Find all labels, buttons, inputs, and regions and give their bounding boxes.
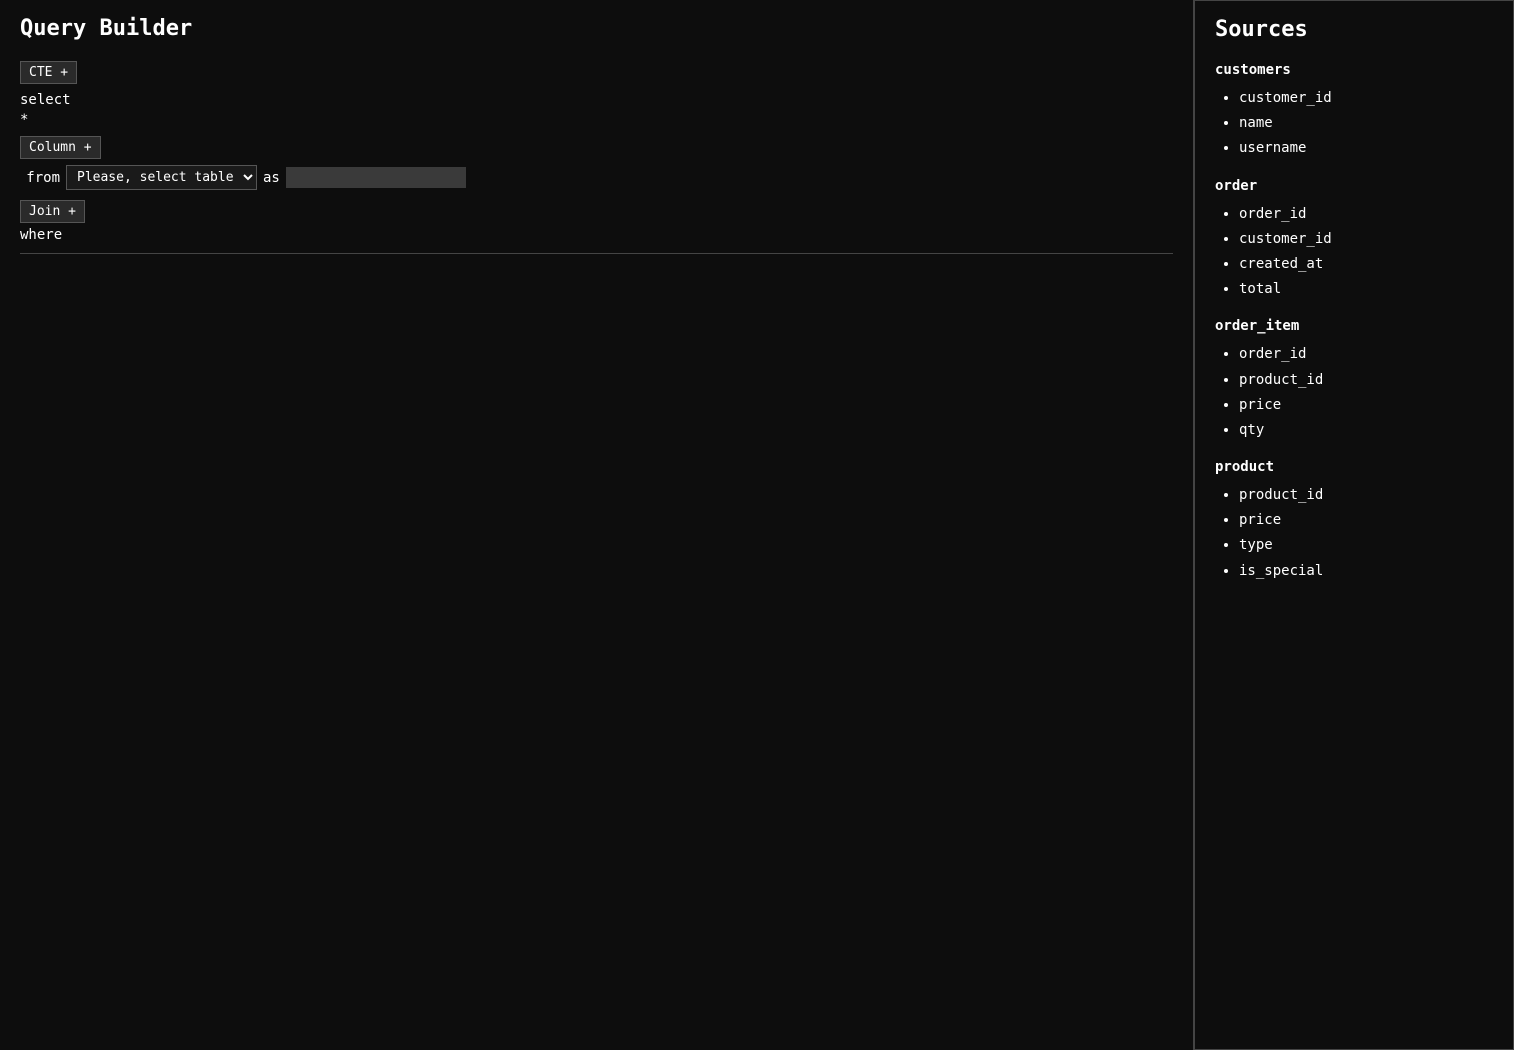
- column-button[interactable]: Column +: [20, 136, 101, 159]
- as-label: as: [263, 170, 280, 186]
- sources-panel: Sources customers customer_id name usern…: [1194, 0, 1514, 1050]
- star-line: *: [20, 112, 1173, 128]
- sources-title: Sources: [1215, 17, 1493, 42]
- from-row: from Please, select table customers orde…: [20, 165, 1173, 190]
- select-keyword: select: [20, 92, 1173, 108]
- customers-fields: customer_id name username: [1215, 86, 1493, 162]
- query-builder-panel: Query Builder CTE + select * Column + fr…: [0, 0, 1194, 1050]
- from-label: from: [20, 170, 60, 186]
- field-product-product-id: product_id: [1239, 483, 1493, 508]
- page-title: Query Builder: [20, 16, 1173, 41]
- source-table-customers: customers: [1215, 62, 1493, 78]
- field-price: price: [1239, 393, 1493, 418]
- main-layout: Query Builder CTE + select * Column + fr…: [0, 0, 1514, 1050]
- field-product-price: price: [1239, 508, 1493, 533]
- field-qty: qty: [1239, 418, 1493, 443]
- field-created-at: created_at: [1239, 252, 1493, 277]
- field-is-special: is_special: [1239, 559, 1493, 584]
- field-customer-id: customer_id: [1239, 86, 1493, 111]
- product-fields: product_id price type is_special: [1215, 483, 1493, 584]
- field-product-id: product_id: [1239, 368, 1493, 393]
- field-total: total: [1239, 277, 1493, 302]
- divider: [20, 253, 1173, 254]
- join-button[interactable]: Join +: [20, 200, 85, 223]
- source-table-order-item: order_item: [1215, 318, 1493, 334]
- where-label: where: [20, 227, 1173, 243]
- field-order-customer-id: customer_id: [1239, 227, 1493, 252]
- field-orderitem-order-id: order_id: [1239, 342, 1493, 367]
- table-select[interactable]: Please, select table customers order ord…: [66, 165, 257, 190]
- field-type: type: [1239, 533, 1493, 558]
- order-item-fields: order_id product_id price qty: [1215, 342, 1493, 443]
- field-order-id: order_id: [1239, 202, 1493, 227]
- field-username: username: [1239, 136, 1493, 161]
- order-fields: order_id customer_id created_at total: [1215, 202, 1493, 303]
- cte-button[interactable]: CTE +: [20, 61, 77, 84]
- source-table-order: order: [1215, 178, 1493, 194]
- alias-input[interactable]: [286, 167, 466, 188]
- source-table-product: product: [1215, 459, 1493, 475]
- field-name: name: [1239, 111, 1493, 136]
